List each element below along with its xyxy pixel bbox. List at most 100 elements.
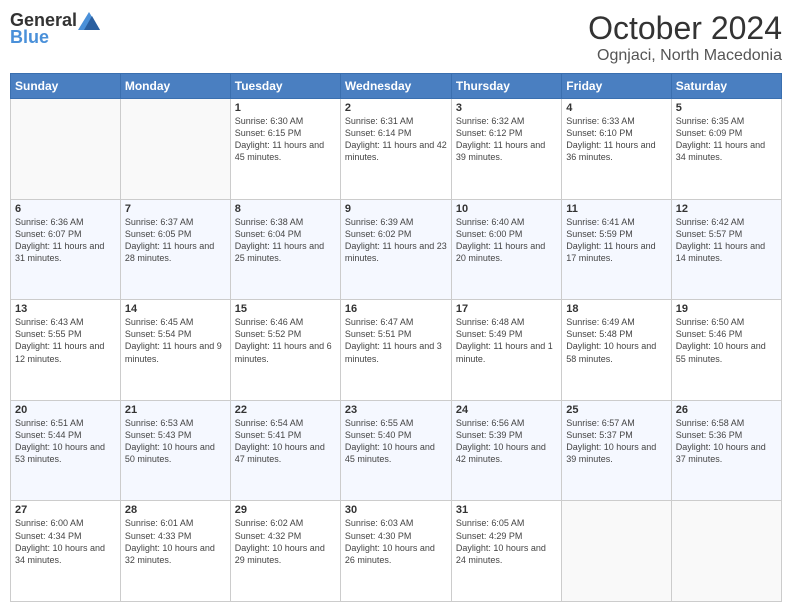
col-sunday: Sunday [11, 74, 121, 99]
table-row: 16Sunrise: 6:47 AMSunset: 5:51 PMDayligh… [340, 300, 451, 401]
table-row: 10Sunrise: 6:40 AMSunset: 6:00 PMDayligh… [451, 199, 561, 300]
day-info: Sunrise: 6:05 AMSunset: 4:29 PMDaylight:… [456, 517, 557, 566]
day-info: Sunrise: 6:36 AMSunset: 6:07 PMDaylight:… [15, 216, 116, 265]
day-info: Sunrise: 6:50 AMSunset: 5:46 PMDaylight:… [676, 316, 777, 365]
table-row: 24Sunrise: 6:56 AMSunset: 5:39 PMDayligh… [451, 400, 561, 501]
day-number: 30 [345, 504, 447, 516]
title-block: October 2024 Ognjaci, North Macedonia [588, 10, 782, 65]
day-number: 4 [566, 102, 666, 114]
table-row: 25Sunrise: 6:57 AMSunset: 5:37 PMDayligh… [562, 400, 671, 501]
table-row: 2Sunrise: 6:31 AMSunset: 6:14 PMDaylight… [340, 99, 451, 200]
day-number: 24 [456, 404, 557, 416]
table-row: 9Sunrise: 6:39 AMSunset: 6:02 PMDaylight… [340, 199, 451, 300]
day-info: Sunrise: 6:02 AMSunset: 4:32 PMDaylight:… [235, 517, 336, 566]
table-row: 1Sunrise: 6:30 AMSunset: 6:15 PMDaylight… [230, 99, 340, 200]
day-number: 18 [566, 303, 666, 315]
calendar-table: Sunday Monday Tuesday Wednesday Thursday… [10, 73, 782, 602]
day-number: 6 [15, 203, 116, 215]
day-number: 3 [456, 102, 557, 114]
day-info: Sunrise: 6:54 AMSunset: 5:41 PMDaylight:… [235, 417, 336, 466]
day-number: 16 [345, 303, 447, 315]
calendar-title: October 2024 [588, 10, 782, 47]
table-row: 4Sunrise: 6:33 AMSunset: 6:10 PMDaylight… [562, 99, 671, 200]
week-row-2: 6Sunrise: 6:36 AMSunset: 6:07 PMDaylight… [11, 199, 782, 300]
day-info: Sunrise: 6:57 AMSunset: 5:37 PMDaylight:… [566, 417, 666, 466]
day-number: 31 [456, 504, 557, 516]
week-row-4: 20Sunrise: 6:51 AMSunset: 5:44 PMDayligh… [11, 400, 782, 501]
day-number: 2 [345, 102, 447, 114]
day-number: 5 [676, 102, 777, 114]
day-number: 21 [125, 404, 226, 416]
day-number: 26 [676, 404, 777, 416]
day-number: 29 [235, 504, 336, 516]
day-number: 27 [15, 504, 116, 516]
day-info: Sunrise: 6:41 AMSunset: 5:59 PMDaylight:… [566, 216, 666, 265]
day-info: Sunrise: 6:45 AMSunset: 5:54 PMDaylight:… [125, 316, 226, 365]
day-number: 11 [566, 203, 666, 215]
day-info: Sunrise: 6:40 AMSunset: 6:00 PMDaylight:… [456, 216, 557, 265]
col-tuesday: Tuesday [230, 74, 340, 99]
week-row-3: 13Sunrise: 6:43 AMSunset: 5:55 PMDayligh… [11, 300, 782, 401]
table-row: 7Sunrise: 6:37 AMSunset: 6:05 PMDaylight… [120, 199, 230, 300]
day-info: Sunrise: 6:31 AMSunset: 6:14 PMDaylight:… [345, 115, 447, 164]
day-info: Sunrise: 6:48 AMSunset: 5:49 PMDaylight:… [456, 316, 557, 365]
day-info: Sunrise: 6:00 AMSunset: 4:34 PMDaylight:… [15, 517, 116, 566]
day-number: 12 [676, 203, 777, 215]
day-info: Sunrise: 6:47 AMSunset: 5:51 PMDaylight:… [345, 316, 447, 365]
day-number: 15 [235, 303, 336, 315]
table-row: 21Sunrise: 6:53 AMSunset: 5:43 PMDayligh… [120, 400, 230, 501]
page: General Blue October 2024 Ognjaci, North… [0, 0, 792, 612]
table-row [671, 501, 781, 602]
week-row-5: 27Sunrise: 6:00 AMSunset: 4:34 PMDayligh… [11, 501, 782, 602]
day-info: Sunrise: 6:53 AMSunset: 5:43 PMDaylight:… [125, 417, 226, 466]
logo: General Blue [10, 10, 101, 48]
table-row: 20Sunrise: 6:51 AMSunset: 5:44 PMDayligh… [11, 400, 121, 501]
table-row: 17Sunrise: 6:48 AMSunset: 5:49 PMDayligh… [451, 300, 561, 401]
table-row: 6Sunrise: 6:36 AMSunset: 6:07 PMDaylight… [11, 199, 121, 300]
day-info: Sunrise: 6:37 AMSunset: 6:05 PMDaylight:… [125, 216, 226, 265]
day-info: Sunrise: 6:30 AMSunset: 6:15 PMDaylight:… [235, 115, 336, 164]
table-row: 28Sunrise: 6:01 AMSunset: 4:33 PMDayligh… [120, 501, 230, 602]
logo-blue: Blue [10, 27, 49, 48]
day-number: 25 [566, 404, 666, 416]
day-number: 9 [345, 203, 447, 215]
table-row: 15Sunrise: 6:46 AMSunset: 5:52 PMDayligh… [230, 300, 340, 401]
day-info: Sunrise: 6:03 AMSunset: 4:30 PMDaylight:… [345, 517, 447, 566]
table-row [11, 99, 121, 200]
day-number: 28 [125, 504, 226, 516]
table-row: 11Sunrise: 6:41 AMSunset: 5:59 PMDayligh… [562, 199, 671, 300]
calendar-subtitle: Ognjaci, North Macedonia [588, 47, 782, 65]
day-number: 1 [235, 102, 336, 114]
table-row: 26Sunrise: 6:58 AMSunset: 5:36 PMDayligh… [671, 400, 781, 501]
day-info: Sunrise: 6:58 AMSunset: 5:36 PMDaylight:… [676, 417, 777, 466]
table-row: 23Sunrise: 6:55 AMSunset: 5:40 PMDayligh… [340, 400, 451, 501]
day-number: 23 [345, 404, 447, 416]
table-row: 13Sunrise: 6:43 AMSunset: 5:55 PMDayligh… [11, 300, 121, 401]
table-row [120, 99, 230, 200]
day-number: 17 [456, 303, 557, 315]
table-row [562, 501, 671, 602]
col-friday: Friday [562, 74, 671, 99]
day-number: 22 [235, 404, 336, 416]
table-row: 30Sunrise: 6:03 AMSunset: 4:30 PMDayligh… [340, 501, 451, 602]
day-number: 7 [125, 203, 226, 215]
day-info: Sunrise: 6:42 AMSunset: 5:57 PMDaylight:… [676, 216, 777, 265]
col-saturday: Saturday [671, 74, 781, 99]
table-row: 3Sunrise: 6:32 AMSunset: 6:12 PMDaylight… [451, 99, 561, 200]
table-row: 5Sunrise: 6:35 AMSunset: 6:09 PMDaylight… [671, 99, 781, 200]
table-row: 14Sunrise: 6:45 AMSunset: 5:54 PMDayligh… [120, 300, 230, 401]
table-row: 31Sunrise: 6:05 AMSunset: 4:29 PMDayligh… [451, 501, 561, 602]
col-wednesday: Wednesday [340, 74, 451, 99]
day-info: Sunrise: 6:43 AMSunset: 5:55 PMDaylight:… [15, 316, 116, 365]
day-number: 20 [15, 404, 116, 416]
day-info: Sunrise: 6:38 AMSunset: 6:04 PMDaylight:… [235, 216, 336, 265]
table-row: 12Sunrise: 6:42 AMSunset: 5:57 PMDayligh… [671, 199, 781, 300]
table-row: 19Sunrise: 6:50 AMSunset: 5:46 PMDayligh… [671, 300, 781, 401]
table-row: 29Sunrise: 6:02 AMSunset: 4:32 PMDayligh… [230, 501, 340, 602]
day-number: 13 [15, 303, 116, 315]
table-row: 8Sunrise: 6:38 AMSunset: 6:04 PMDaylight… [230, 199, 340, 300]
day-number: 19 [676, 303, 777, 315]
day-number: 10 [456, 203, 557, 215]
table-row: 27Sunrise: 6:00 AMSunset: 4:34 PMDayligh… [11, 501, 121, 602]
col-thursday: Thursday [451, 74, 561, 99]
